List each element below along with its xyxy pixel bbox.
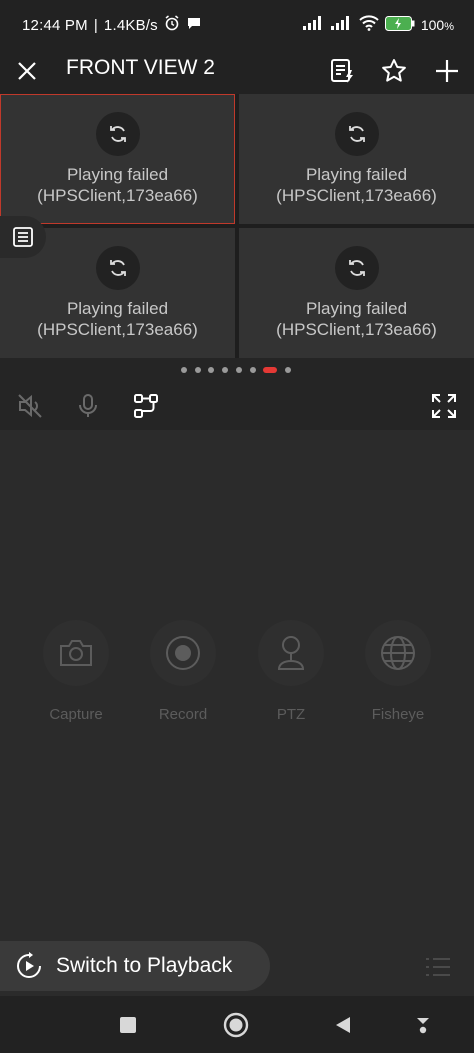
error-code: (HPSClient,173ea66) [37,186,198,205]
star-icon[interactable] [377,54,411,88]
switch-to-playback-button[interactable]: Switch to Playback [0,941,270,991]
alarm-icon [164,15,180,35]
video-tile[interactable]: Playing failed (HPSClient,173ea66) [0,94,235,224]
playback-label: Switch to Playback [56,954,233,977]
page-dot[interactable] [222,367,229,373]
fisheye-button[interactable]: Fisheye [358,620,438,723]
tile-error-message: Playing failed (HPSClient,173ea66) [239,164,474,206]
ptz-icon [258,620,324,686]
error-title: Playing failed [66,299,169,318]
refresh-icon[interactable] [96,246,140,290]
error-code: (HPSClient,173ea66) [276,186,437,205]
page-dot-active[interactable] [263,367,278,373]
capture-button[interactable]: Capture [36,620,116,723]
mute-icon[interactable] [14,390,46,422]
list-icon[interactable] [0,216,46,258]
battery-value: 100 [420,16,445,33]
battery-percent: 100% [421,17,454,33]
record-button[interactable]: Record [143,620,223,723]
record-label: Record [158,706,208,723]
page-dot[interactable] [194,367,201,373]
route-icon[interactable] [130,390,162,422]
tile-error-message: Playing failed (HPSClient,173ea66) [0,298,235,340]
error-title: Playing failed [66,165,169,184]
error-title: Playing failed [305,299,408,318]
status-left: 12:44 PM | 1.4KB/s [22,15,202,35]
page-dot[interactable] [181,367,187,373]
ptz-button[interactable]: PTZ [251,620,331,723]
video-grid: Playing failed (HPSClient,173ea66) Playi… [0,94,474,358]
video-tile[interactable]: Playing failed (HPSClient,173ea66) [239,228,474,358]
signal-icon [302,16,325,33]
fullscreen-icon[interactable] [428,390,460,422]
status-bar: 12:44 PM | 1.4KB/s 100% [0,0,474,50]
page-title: FRONT VIEW 2 [66,56,215,79]
page-indicator [0,358,474,382]
wifi-icon [359,15,379,34]
header: FRONT VIEW 2 [0,50,474,94]
navigation-bar [0,996,474,1053]
status-separator: | [93,16,98,34]
recents-icon[interactable] [115,1012,141,1038]
status-time: 12:44 PM [22,16,88,34]
add-icon[interactable] [430,54,464,88]
menu-list-icon[interactable] [422,953,454,981]
status-right: 100% [302,15,454,34]
error-title: Playing failed [305,165,408,184]
page-dot[interactable] [208,367,215,373]
tile-error-message: Playing failed (HPSClient,173ea66) [239,298,474,340]
refresh-icon[interactable] [335,112,379,156]
home-icon[interactable] [223,1012,249,1038]
error-code: (HPSClient,173ea66) [276,320,437,339]
chat-icon [186,15,202,35]
camera-icon [43,620,109,686]
page-dot[interactable] [249,367,256,373]
playback-icon [14,951,44,981]
capture-label: Capture [49,706,103,723]
keyboard-down-icon[interactable] [410,1012,436,1038]
fisheye-label: Fisheye [371,706,425,723]
error-code: (HPSClient,173ea66) [37,320,198,339]
page-dot[interactable] [235,367,242,373]
refresh-icon[interactable] [335,246,379,290]
quick-edit-icon[interactable] [325,54,359,88]
close-icon[interactable] [10,54,44,88]
page-dot[interactable] [284,367,291,373]
record-icon [150,620,216,686]
tile-error-message: Playing failed (HPSClient,173ea66) [0,164,235,206]
percent-sign: % [444,20,454,33]
video-tile[interactable]: Playing failed (HPSClient,173ea66) [239,94,474,224]
globe-icon [365,620,431,686]
status-network-speed: 1.4KB/s [103,16,158,34]
ptz-label: PTZ [276,706,306,723]
control-bar [0,382,474,430]
battery-icon [384,15,415,34]
refresh-icon[interactable] [96,112,140,156]
microphone-icon[interactable] [72,390,104,422]
signal-icon-2 [330,16,353,33]
back-icon[interactable] [330,1012,356,1038]
